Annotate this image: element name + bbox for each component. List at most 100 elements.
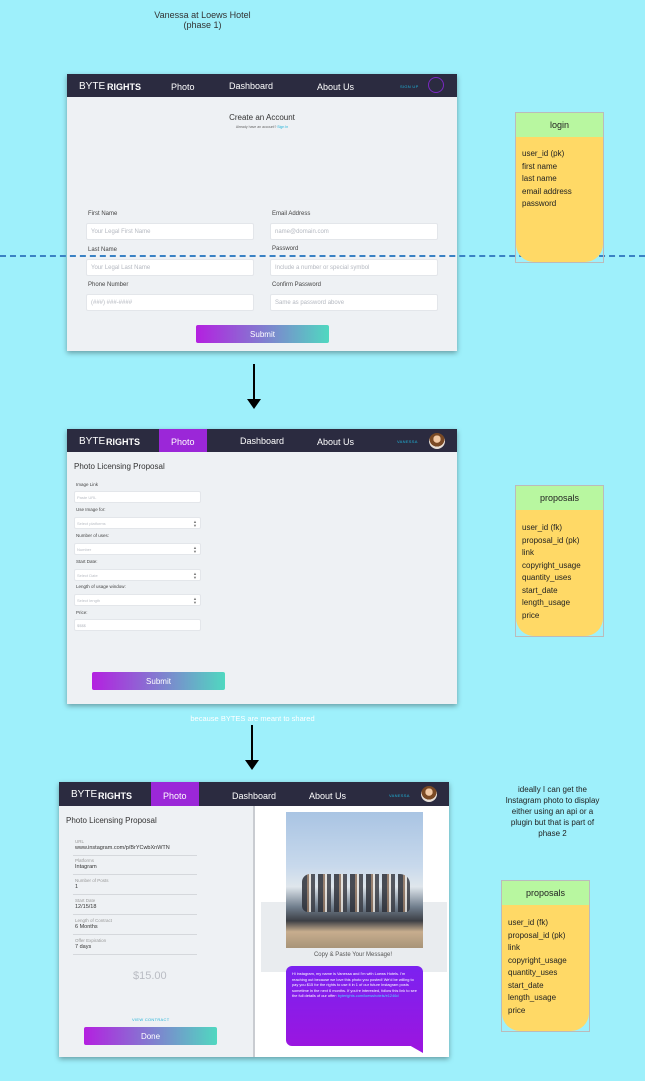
entity-field: user_id (pk) [522,149,565,158]
navbar: BYTE RIGHTS Photo Dashboard About Us VAN… [59,782,449,806]
submit-button[interactable]: Submit [196,325,329,343]
price-label: Price: [76,610,88,615]
proposal-form-screen: BYTE RIGHTS Photo Dashboard About Us VAN… [67,429,457,704]
logo-rights[interactable]: RIGHTS [98,791,132,801]
nav-photo[interactable]: Photo [171,82,195,92]
platforms-value: Intagram [75,864,97,870]
entity-field: proposal_id (pk) [522,535,580,545]
select-arrows-icon: ▲ ▼ [193,545,197,554]
signin-prompt: Already have an account? Sign In [67,125,457,129]
navbar: BYTE RIGHTS Photo Dashboard About Us SIG… [67,74,457,97]
form-title: Photo Licensing Proposal [74,462,165,471]
page-title: Create an Account [229,113,295,122]
nav-photo[interactable]: Photo [163,791,187,801]
nav-dashboard[interactable]: Dashboard [229,81,273,91]
message-bubble[interactable]: Hi instagram, my name is Vanessa and I'm… [286,966,423,1046]
view-contract-link[interactable]: VIEW CONTRACT [132,1017,169,1022]
logo-rights[interactable]: RIGHTS [107,82,141,92]
user-name-link[interactable]: VANESSA [397,439,418,444]
instagram-photo [286,812,423,948]
number-uses-select[interactable]: Number ▲ ▼ [74,543,201,555]
entity-field: price [522,610,540,620]
entity-field: quantity_uses [522,573,572,582]
avatar[interactable] [429,433,445,449]
message-link[interactable]: byterights.com/loewshotels/e1246d [338,993,399,998]
entity-field: first name [522,161,558,171]
first-name-label: First Name [88,211,118,217]
use-image-label: Use Image for: [76,507,106,512]
proposal-summary-screen: BYTE RIGHTS Photo Dashboard About Us VAN… [59,782,449,1057]
entity-login: login user_id (pk) first name last name … [515,112,604,263]
select-arrows-icon: ▲ ▼ [193,596,197,605]
logo-byte[interactable]: BYTE [79,436,105,447]
message-panel: Copy & Paste Your Message! Hi instagram,… [253,806,449,1057]
divider [73,894,197,895]
entity-field: quantity_uses [508,968,558,977]
nav-photo[interactable]: Photo [171,437,195,447]
flow-arrow-2-head [245,760,259,770]
nav-about[interactable]: About Us [317,437,354,447]
divider [73,954,197,955]
email-field[interactable]: name@domain.com [270,223,438,240]
usage-window-select[interactable]: Select length ▲ ▼ [74,594,201,606]
signup-screen: BYTE RIGHTS Photo Dashboard About Us SIG… [67,74,457,351]
submit-button[interactable]: Submit [92,672,225,690]
length-label: Length of Contract [75,918,113,923]
number-uses-label: Number of uses: [76,533,110,538]
entity-proposals-2-fields: user_id (fk) proposal_id (pk) link copyr… [502,905,589,1031]
entity-login-fields: user_id (pk) first name last name email … [516,137,603,262]
logo-rights[interactable]: RIGHTS [106,437,140,447]
first-name-field[interactable]: Your Legal First Name [86,223,254,240]
header-note: Vanessa at Loews Hotel (phase 1) [140,10,265,30]
divider [73,934,197,935]
user-icon[interactable] [428,77,444,93]
number-uses-select-value: Number [77,546,92,552]
side-note-line4: plugin but that is part of [510,818,595,827]
start-date-label: Start Date [75,898,96,903]
start-date-label: Start Date: [76,559,98,564]
entity-field: email address [522,186,572,196]
entity-field: proposal_id (pk) [508,930,566,940]
avatar[interactable] [421,786,437,802]
start-date-select[interactable]: Select Date ▲ ▼ [74,569,201,581]
image-link-label: Image Link [76,482,99,487]
divider [73,914,197,915]
entity-proposals-1: proposals user_id (fk) proposal_id (pk) … [515,485,604,637]
navbar: BYTE RIGHTS Photo Dashboard About Us VAN… [67,429,457,452]
entity-login-title: login [516,113,603,137]
entity-field: start_date [508,980,544,990]
usage-window-label: Length of usage window: [76,584,126,589]
nav-about[interactable]: About Us [309,791,346,801]
entity-proposals-2-title: proposals [502,881,589,905]
logo-byte[interactable]: BYTE [79,81,105,92]
price-field[interactable]: $$$$ [74,619,201,631]
bubble-tail [409,1045,423,1053]
entity-field: last name [522,174,557,183]
entity-field: user_id (fk) [508,918,549,927]
signin-link[interactable]: Sign In [277,125,288,129]
entity-field: price [508,1005,526,1015]
nav-about[interactable]: About Us [317,82,354,92]
platforms-select-value: Select platforms [77,520,106,526]
last-name-field[interactable]: Your Legal Last Name [86,259,254,276]
password-field[interactable]: Include a number or special symbol [270,259,438,276]
entity-field: user_id (fk) [522,523,563,532]
image-link-field[interactable]: Paste URL [74,491,201,503]
nav-dashboard[interactable]: Dashboard [240,436,284,446]
user-name-link[interactable]: VANESSA [389,793,410,798]
usage-window-select-value: Select length [77,597,101,603]
flow-arrow-1 [253,364,255,400]
nav-dashboard[interactable]: Dashboard [232,791,276,801]
start-date-value: 12/15/18 [75,904,97,910]
signup-link[interactable]: SIGN UP [400,84,419,89]
last-name-label: Last Name [88,247,118,253]
logo-byte[interactable]: BYTE [71,789,97,800]
platforms-select[interactable]: Select platforms ▲ ▼ [74,517,201,529]
posts-label: Number of Posts [75,878,109,883]
confirm-password-field[interactable]: Same as password above [270,294,438,311]
select-arrows-icon: ▲ ▼ [193,571,197,580]
phone-field[interactable]: (###) ###-#### [86,294,254,311]
done-button[interactable]: Done [84,1027,217,1045]
phone-label: Phone Number [88,282,129,288]
divider [73,855,197,856]
